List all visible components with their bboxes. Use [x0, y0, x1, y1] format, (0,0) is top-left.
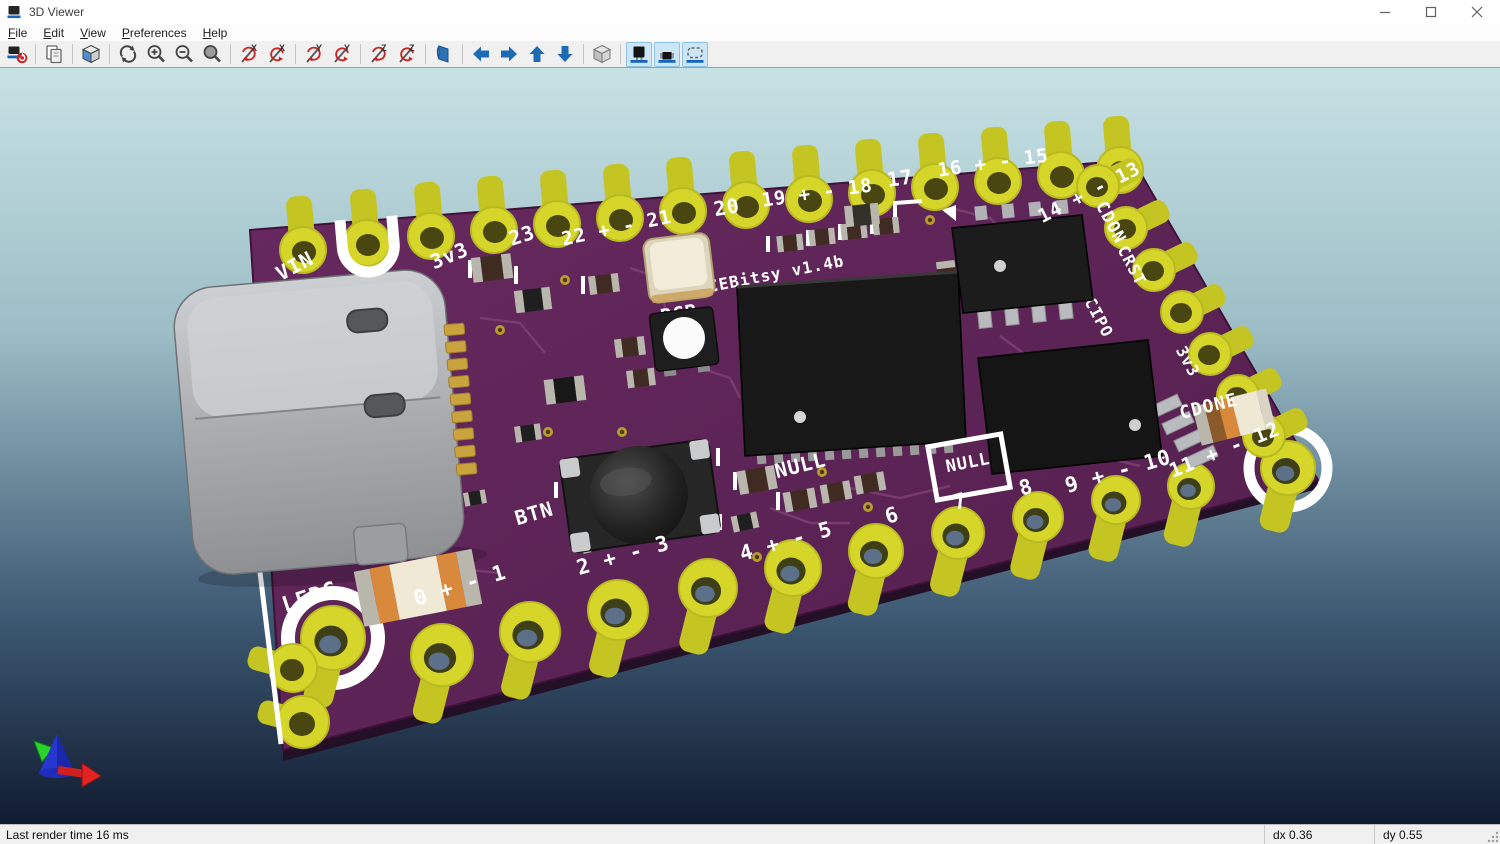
menu-help[interactable]: Help: [195, 25, 236, 41]
rotate-z-cw-button[interactable]: Z: [366, 42, 392, 67]
show-tht-models-icon: [630, 46, 648, 63]
rotate-y-ccw-icon: Y: [334, 43, 350, 63]
move-left-button[interactable]: [468, 42, 494, 67]
move-left-icon: [473, 46, 489, 62]
svg-text:Y: Y: [316, 43, 322, 53]
usb-c-connector: [173, 269, 488, 587]
svg-text:Z: Z: [381, 43, 387, 53]
smd-passive: [808, 227, 836, 247]
fpga-chip: [736, 270, 967, 465]
menu-view[interactable]: View: [72, 25, 114, 41]
maximize-button[interactable]: [1408, 0, 1454, 24]
menu-bar: File Edit View Preferences Help: [0, 24, 1500, 41]
orientation-cube-button[interactable]: [78, 42, 104, 67]
toolbar-separator: [583, 44, 584, 64]
toolbar-separator: [230, 44, 231, 64]
crystal-oscillator: [642, 232, 716, 304]
menu-file[interactable]: File: [0, 25, 35, 41]
resize-grip[interactable]: [1484, 825, 1500, 844]
svg-text:Y: Y: [344, 43, 350, 53]
orientation-cube-icon: [81, 44, 101, 64]
minimize-button[interactable]: [1362, 0, 1408, 24]
svg-text:X: X: [279, 43, 285, 53]
rotate-z-ccw-icon: Z: [399, 43, 415, 63]
menu-preferences[interactable]: Preferences: [114, 25, 195, 41]
status-dx: dx 0.36: [1264, 825, 1374, 844]
smd-passive: [776, 233, 804, 253]
zoom-fit-icon: [203, 45, 221, 63]
toolbar-separator: [109, 44, 110, 64]
smd-passive: [843, 202, 881, 228]
redraw-icon: [119, 45, 137, 63]
toolbar-separator: [72, 44, 73, 64]
status-dy: dy 0.55: [1374, 825, 1484, 844]
toolbar-separator: [462, 44, 463, 64]
silkscreen-label: 17: [885, 164, 914, 191]
menu-edit[interactable]: Edit: [35, 25, 72, 41]
move-right-icon: [501, 46, 517, 62]
zoom-in-icon: [147, 45, 165, 63]
maximize-icon: [1425, 6, 1437, 18]
toolbar-separator: [425, 44, 426, 64]
rgb-led: [648, 306, 720, 377]
move-right-button[interactable]: [496, 42, 522, 67]
flip-board-button[interactable]: [431, 42, 457, 67]
zoom-out-button[interactable]: [171, 42, 197, 67]
reload-board-button[interactable]: [4, 42, 30, 67]
status-bar: Last render time 16 ms dx 0.36 dy 0.55: [0, 824, 1500, 844]
reload-board-icon: [7, 46, 28, 64]
rotate-y-ccw-button[interactable]: Y: [329, 42, 355, 67]
close-button[interactable]: [1454, 0, 1500, 24]
rotate-z-ccw-button[interactable]: Z: [394, 42, 420, 67]
render-time-text: Last render time 16 ms: [6, 827, 129, 842]
close-icon: [1471, 6, 1483, 18]
rotate-y-cw-icon: Y: [306, 43, 322, 63]
rotate-x-cw-button[interactable]: X: [236, 42, 262, 67]
redraw-button[interactable]: [115, 42, 141, 67]
rotate-y-cw-button[interactable]: Y: [301, 42, 327, 67]
orthographic-projection-icon: [592, 44, 612, 64]
rotate-x-cw-icon: X: [241, 43, 257, 63]
render-canvas[interactable]: CIPORGBiCEBitsy v1.4b: [0, 68, 1500, 824]
show-smd-models-icon: [658, 52, 676, 63]
move-up-icon: [529, 46, 545, 62]
copy-image-icon: [46, 45, 62, 64]
show-virtual-models-toggle[interactable]: [682, 41, 708, 67]
svg-text:X: X: [251, 43, 257, 53]
smd-passive: [626, 367, 656, 389]
smd-passive: [587, 272, 621, 296]
copy-image-button[interactable]: [41, 42, 67, 67]
move-up-button[interactable]: [524, 42, 550, 67]
silkscreen-label: 20: [712, 193, 742, 221]
zoom-in-button[interactable]: [143, 42, 169, 67]
move-down-button[interactable]: [552, 42, 578, 67]
window-title: 3D Viewer: [29, 5, 85, 19]
resize-grip-icon: [1487, 831, 1499, 843]
minimize-icon: [1380, 11, 1390, 14]
toolbar-separator: [620, 44, 621, 64]
smd-passive: [543, 375, 587, 405]
smd-passive: [470, 253, 514, 283]
orthographic-projection-button[interactable]: [589, 42, 615, 67]
toolbar-separator: [35, 44, 36, 64]
move-down-icon: [557, 46, 573, 62]
smd-passive: [613, 335, 647, 359]
rotate-x-ccw-icon: X: [269, 43, 285, 63]
show-smd-models-toggle[interactable]: [654, 41, 680, 67]
show-tht-models-toggle[interactable]: [626, 41, 652, 67]
toolbar-separator: [360, 44, 361, 64]
zoom-fit-button[interactable]: [199, 42, 225, 67]
zoom-out-icon: [175, 45, 193, 63]
svg-text:Z: Z: [409, 43, 415, 53]
rotate-z-cw-icon: Z: [371, 43, 387, 63]
flip-board-icon: [436, 45, 449, 63]
show-virtual-models-icon: [686, 47, 704, 63]
toolbar-separator: [295, 44, 296, 64]
app-icon: [7, 6, 21, 19]
title-bar: 3D Viewer: [0, 0, 1500, 24]
viewport-3d[interactable]: CIPORGBiCEBitsy v1.4b: [0, 68, 1500, 824]
smd-passive: [513, 286, 553, 314]
rotate-x-ccw-button[interactable]: X: [264, 42, 290, 67]
toolbar: X X Y Y Z Z: [0, 41, 1500, 68]
